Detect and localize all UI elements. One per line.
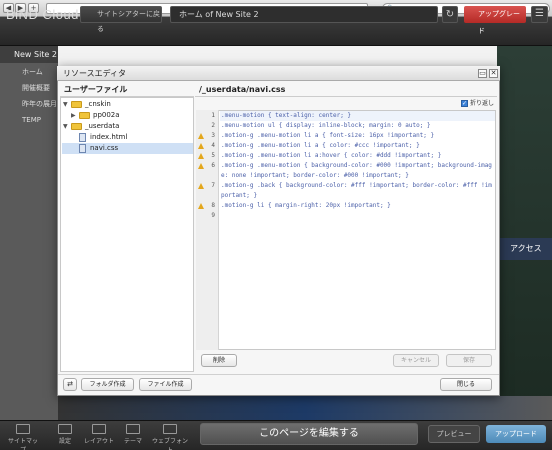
line-number: 5 (196, 151, 218, 161)
code-line: .motion-g .menu-motion li a:hover { colo… (221, 152, 442, 159)
new-folder-label: フォルダ作成 (89, 381, 126, 388)
upload-button[interactable]: アップロード (486, 425, 546, 443)
line-number: 7 (196, 181, 218, 191)
theme-icon (126, 424, 140, 434)
code-line: .motion-g li { margin-right: 20px !impor… (221, 202, 391, 209)
new-file-button[interactable]: ファイル作成 (139, 378, 192, 391)
file-icon (79, 132, 86, 142)
sitemap-icon (16, 424, 30, 434)
tree-node-cnskin[interactable]: ▼ _cnskin (63, 99, 193, 110)
close-dialog-button[interactable]: ✕ (489, 69, 498, 78)
code-line: .motion-g .menu-motion { background-colo… (221, 162, 492, 179)
sidebar-item-temp[interactable]: TEMP (0, 112, 58, 128)
theme-label: テーマ (123, 438, 142, 445)
line-number: 1 (211, 112, 215, 119)
delete-button[interactable]: 削除 (201, 354, 237, 367)
warning-icon (198, 183, 204, 189)
node-label: _userdata (85, 122, 120, 130)
edit-page-button[interactable]: このページを編集する (200, 423, 418, 445)
file-icon (79, 143, 86, 153)
back-to-theater-button[interactable]: サイトシアターに戻る (80, 6, 162, 33)
code-line: .motion-g .menu-motion li a { font-size:… (221, 132, 435, 139)
menu-button[interactable]: ☰ (531, 6, 548, 23)
node-label: navi.css (90, 144, 119, 152)
gear-icon (58, 424, 72, 434)
page-hero-image (497, 46, 552, 420)
sitemap-label: サイトマップ (8, 438, 39, 450)
line-number: 9 (211, 212, 215, 219)
new-folder-button[interactable]: フォルダ作成 (81, 378, 134, 391)
tree-node-pp002a[interactable]: ▶ pp002a (71, 110, 193, 121)
wrap-label: 折り返し (470, 100, 495, 107)
line-number: 4 (196, 141, 218, 151)
tree-node-index-html[interactable]: index.html (79, 132, 193, 143)
warning-icon (198, 133, 204, 139)
page-title: ホーム of New Site 2 (170, 6, 438, 23)
line-number: 6 (196, 161, 218, 171)
site-name: New Site 2 (14, 50, 57, 59)
folder-icon (71, 122, 82, 130)
minimize-button[interactable]: ▭ (478, 69, 487, 78)
folder-icon (71, 100, 82, 108)
cancel-button[interactable]: キャンセル (393, 354, 439, 367)
node-label: index.html (90, 133, 128, 141)
sidebar-item-home[interactable]: ホーム (0, 64, 58, 80)
upgrade-button[interactable]: アップグレード (464, 6, 526, 35)
theme-tool[interactable]: テーマ (118, 423, 148, 449)
preview-button[interactable]: プレビュー (428, 425, 480, 443)
layout-icon (92, 424, 106, 434)
layout-label: レイアウト (84, 438, 115, 445)
sync-button[interactable]: ⇄ (63, 378, 77, 391)
line-number: 8 (196, 201, 218, 211)
warning-icon (198, 143, 204, 149)
webfont-tool[interactable]: ウェブフォント (152, 423, 189, 450)
node-label: pp002a (93, 111, 120, 119)
file-path-header: /_userdata/navi.css (195, 82, 497, 97)
warning-icon (198, 203, 204, 209)
collapse-toggle[interactable]: ▼ (63, 121, 71, 132)
expand-toggle[interactable]: ▶ (71, 110, 79, 121)
dialog-divider (58, 374, 499, 375)
line-number: 2 (211, 122, 215, 129)
folder-icon (79, 111, 90, 119)
file-tree: ▼ _cnskin ▶ pp002a ▼ _userdata index.html n… (60, 97, 194, 372)
sidebar-item-last-year[interactable]: 昨年の展月 (0, 96, 58, 112)
page-image-strip (58, 396, 552, 420)
tree-node-userdata[interactable]: ▼ _userdata (63, 121, 193, 132)
save-button[interactable]: 保存 (446, 354, 492, 367)
app-logo: BiND Cloud (6, 7, 79, 22)
wrap-toggle[interactable]: ✓ 折り返し (461, 99, 497, 109)
layout-tool[interactable]: レイアウト (84, 423, 114, 449)
dialog-title: リソースエディタ (57, 66, 500, 81)
settings-tool[interactable]: 設定 (50, 423, 80, 449)
tree-node-navi-css[interactable]: navi.css (62, 143, 193, 154)
line-number: 3 (196, 131, 218, 141)
sitemap-tool[interactable]: サイトマップ (8, 423, 39, 450)
user-files-header: ユーザーファイル (60, 82, 194, 97)
code-line: .motion-g .back { background-color: #fff… (221, 182, 492, 199)
new-file-label: ファイル作成 (147, 381, 184, 388)
node-label: _cnskin (85, 100, 111, 108)
font-icon (163, 424, 177, 434)
warning-icon (198, 163, 204, 169)
wrap-checkbox[interactable]: ✓ (461, 100, 468, 107)
sync-icon: ⇄ (67, 380, 73, 388)
refresh-button[interactable]: ↻ (442, 6, 458, 23)
settings-label: 設定 (58, 438, 71, 445)
close-button[interactable]: 閉じる (440, 378, 492, 391)
code-line: .motion-g .menu-motion li a { color: #cc… (221, 142, 420, 149)
sidebar-item-overview[interactable]: 開催概要 (0, 80, 58, 96)
warning-icon (198, 153, 204, 159)
code-line: .menu-motion ul { display: inline-block;… (221, 122, 431, 129)
webfont-label: ウェブフォント (152, 438, 189, 450)
access-banner: アクセス (500, 238, 552, 260)
collapse-toggle[interactable]: ▼ (63, 99, 71, 110)
code-line: .menu-motion { text-align: center; } (221, 112, 352, 119)
